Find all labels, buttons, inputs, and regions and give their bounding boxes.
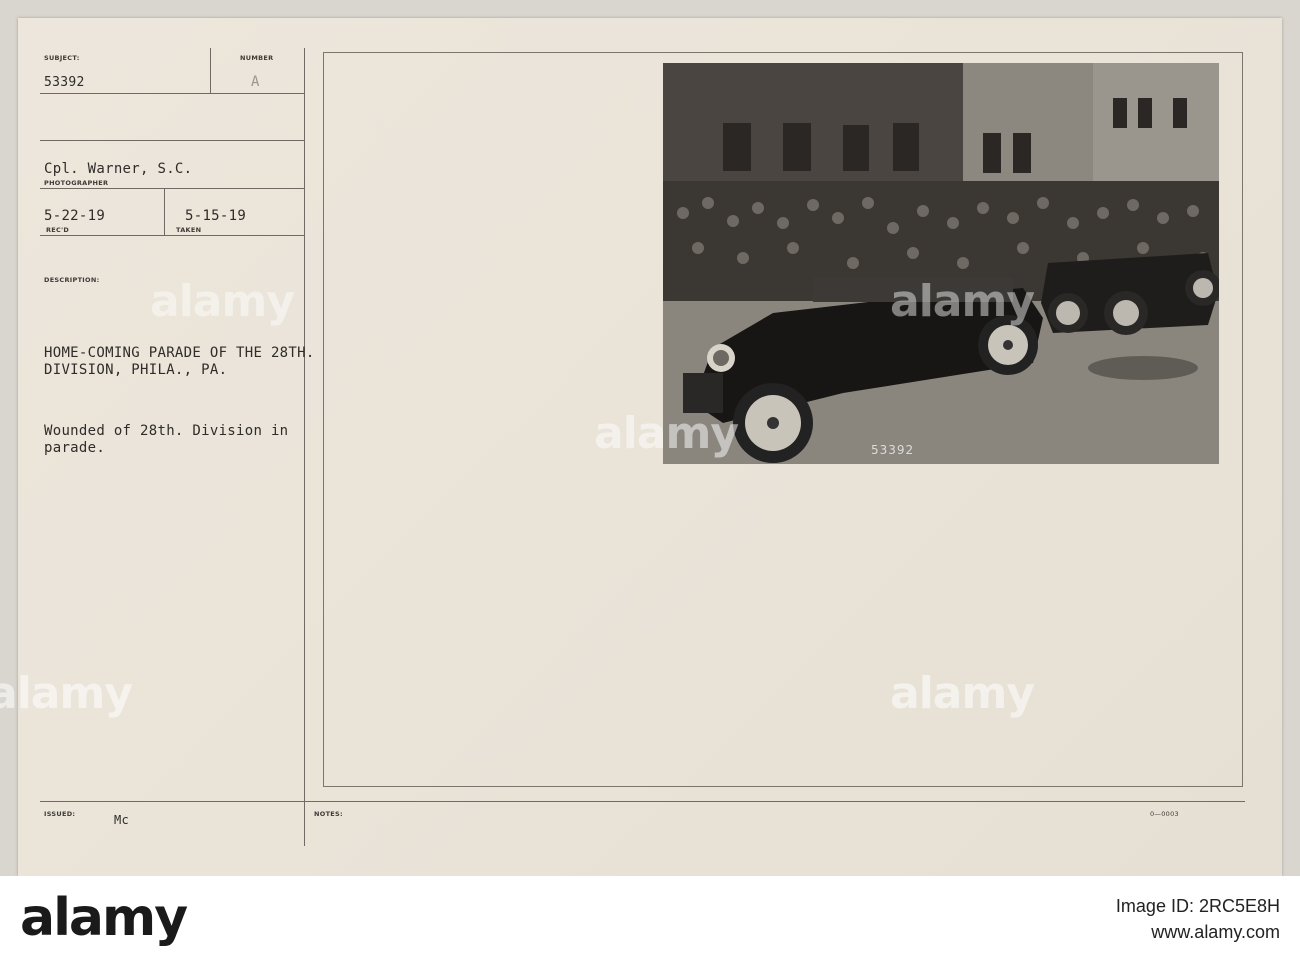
taken-label: TAKEN [176, 226, 202, 234]
issued-value: Mc [114, 813, 130, 827]
notes-label: NOTES: [314, 810, 343, 818]
watermark-logo: alamy [890, 668, 1035, 719]
number-value: A [251, 74, 260, 90]
issued-label: ISSUED: [44, 810, 76, 818]
number-label: NUMBER [240, 54, 274, 62]
negative-number: 53392 [871, 443, 915, 457]
number-divider [210, 48, 211, 94]
description-title-line-2: DIVISION, PHILA., PA. [44, 362, 228, 378]
photographer-label: PHOTOGRAPHER [44, 179, 109, 187]
received-label: REC'D [46, 226, 70, 234]
subject-underline [40, 93, 304, 94]
image-id-text: Image ID: 2RC5E8H [1115, 896, 1280, 916]
parade-photo-illustration [663, 63, 1219, 464]
photographer-underline [40, 188, 304, 189]
watermark-logo: alamy [150, 276, 295, 327]
subject-value: 53392 [44, 75, 85, 90]
form-code: 0—0003 [1150, 810, 1179, 818]
issued-rule [40, 801, 1245, 802]
left-column-divider [304, 48, 305, 846]
watermark-logo: alamy [594, 408, 739, 459]
received-date: 5-22-19 [44, 208, 106, 224]
taken-date: 5-15-19 [185, 208, 247, 224]
date-divider [164, 188, 165, 236]
watermark-logo: alamy [0, 668, 133, 719]
subject-label: SUBJECT: [44, 54, 80, 62]
site-url: www.alamy.com [1151, 922, 1280, 942]
watermark-logo: alamy [890, 276, 1035, 327]
alamy-logo: alamy [20, 888, 188, 948]
description-body-line-2: parade. [44, 440, 106, 456]
top-block-rule [40, 140, 304, 141]
photographer-value: Cpl. Warner, S.C. [44, 161, 193, 177]
parade-photograph: 53392 [663, 63, 1219, 464]
dates-underline [40, 235, 304, 236]
stock-footer-bar: alamy Image ID: 2RC5E8H www.alamy.com [0, 876, 1300, 966]
description-title-line-1: HOME-COMING PARADE OF THE 28TH. [44, 345, 315, 361]
description-body-line-1: Wounded of 28th. Division in [44, 423, 289, 439]
description-label: DESCRIPTION: [44, 276, 100, 284]
archive-card: SUBJECT: 53392 NUMBER A Cpl. Warner, S.C… [0, 18, 1282, 876]
